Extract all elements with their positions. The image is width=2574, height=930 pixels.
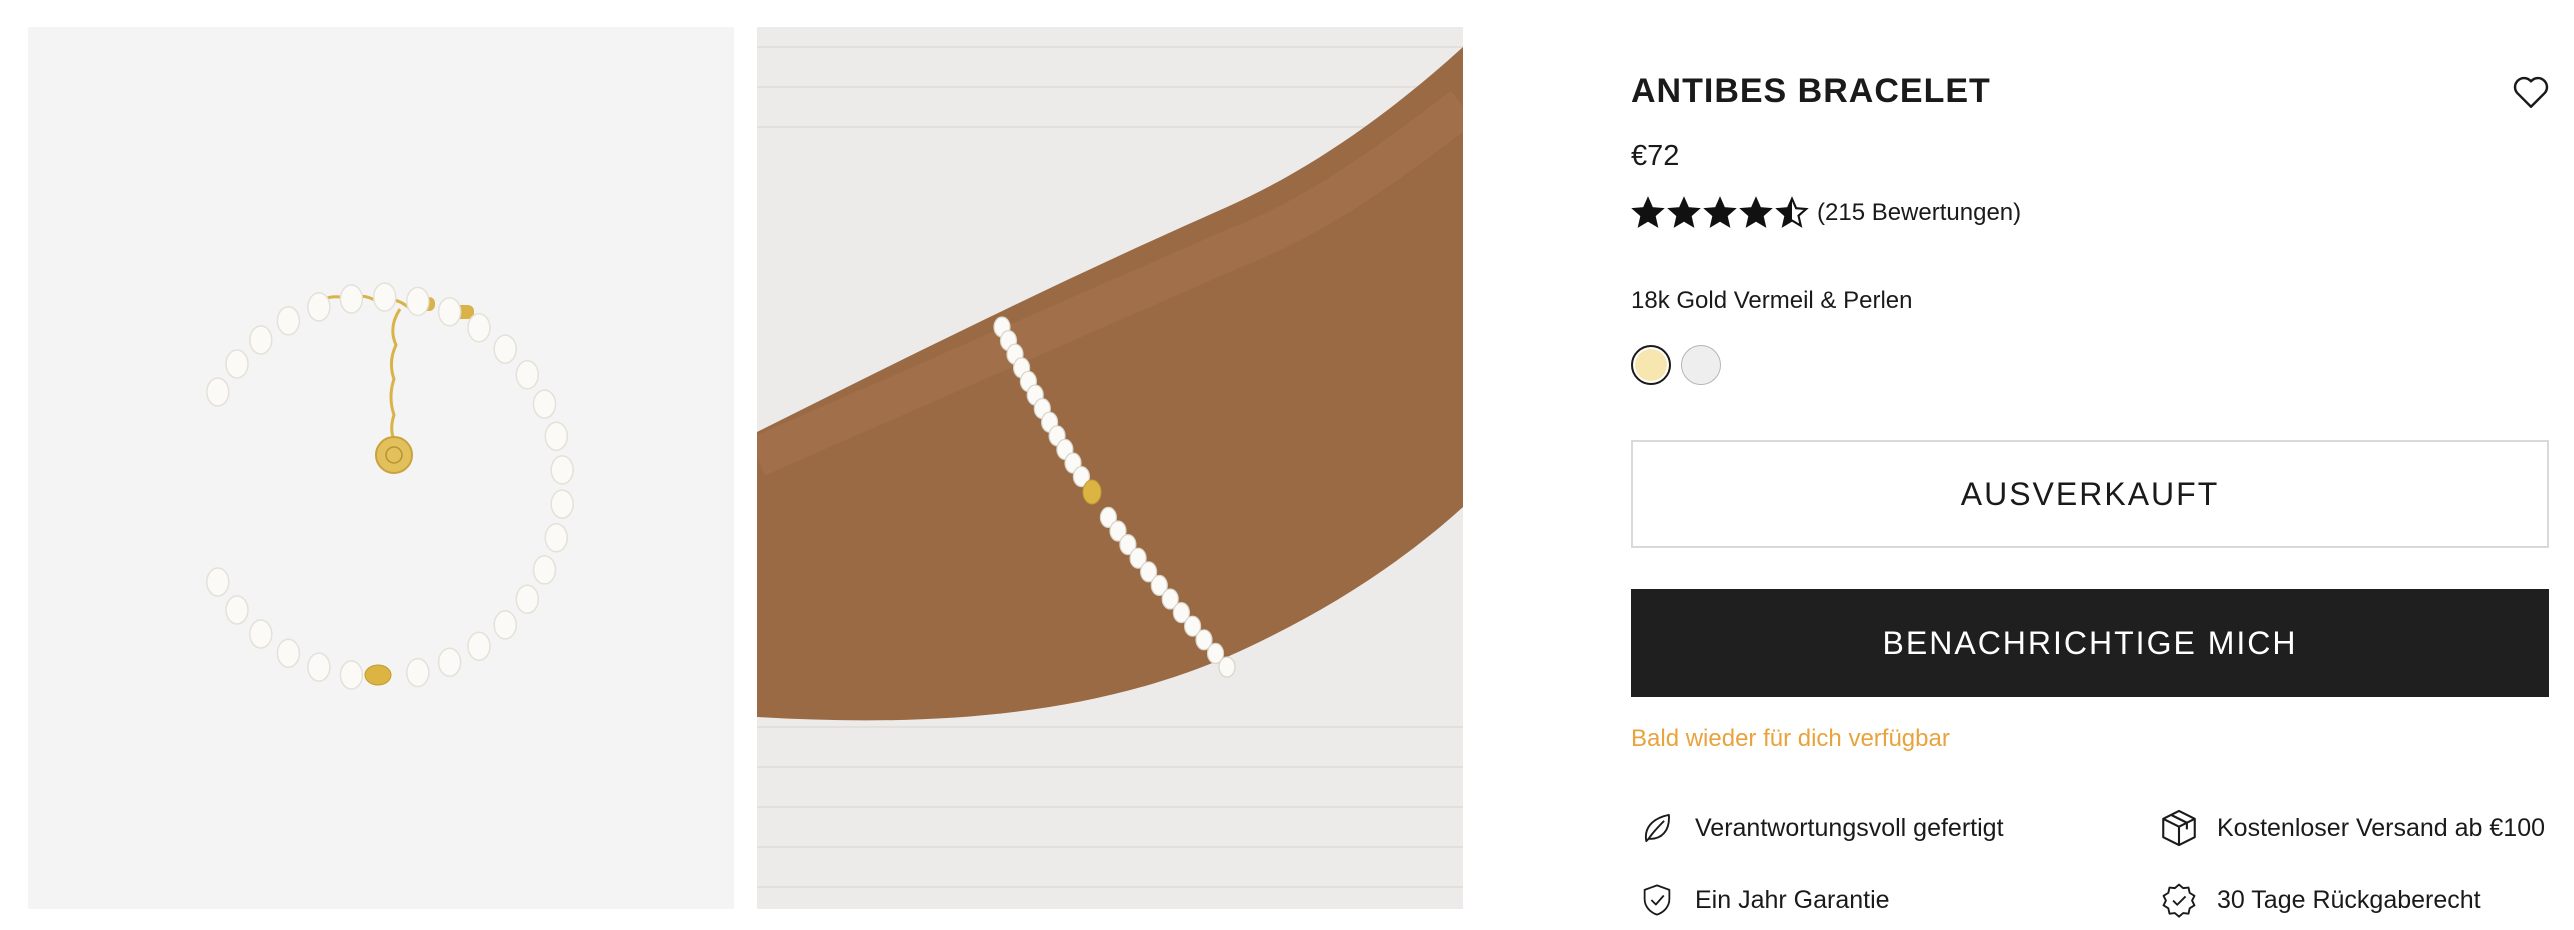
pearl xyxy=(206,567,230,597)
feature-label: Kostenloser Versand ab €100 xyxy=(2217,813,2546,842)
feature-label: 30 Tage Rückgaberecht xyxy=(2217,885,2481,914)
swatch-silver[interactable] xyxy=(1681,345,1721,385)
pearl xyxy=(339,660,364,690)
pearl xyxy=(276,638,301,668)
pearl xyxy=(225,595,249,625)
pearl xyxy=(467,631,491,661)
badge-check-icon xyxy=(2157,878,2201,922)
pearl xyxy=(493,610,517,640)
pearl xyxy=(550,489,574,519)
feature-label: Ein Jahr Garantie xyxy=(1695,885,1890,914)
pearl xyxy=(406,657,430,688)
pearl xyxy=(406,286,430,317)
star-icon xyxy=(1667,196,1701,228)
feature-shipping: Kostenloser Versand ab €100 xyxy=(2157,806,2545,850)
star-icon xyxy=(1775,196,1809,228)
variant-label: 18k Gold Vermeil & Perlen xyxy=(1631,287,1913,314)
product-info: ANTIBES BRACELET €72 (215 Bewertungen) 1… xyxy=(1631,0,2551,930)
pearl xyxy=(372,282,397,312)
pearl xyxy=(467,313,491,343)
rating[interactable]: (215 Bewertungen) xyxy=(1631,196,2021,230)
review-count: (215 Bewertungen) xyxy=(1817,199,2022,226)
sold-out-button[interactable]: AUSVERKAUFT xyxy=(1631,440,2549,548)
heart-icon[interactable] xyxy=(2511,74,2551,110)
pearl xyxy=(544,421,569,451)
feature-returns: 30 Tage Rückgaberecht xyxy=(2157,878,2481,922)
pearl xyxy=(1218,656,1236,678)
pearl xyxy=(493,334,517,364)
pearl xyxy=(544,523,569,553)
feature-warranty: Ein Jahr Garantie xyxy=(1635,878,1890,922)
star-icon xyxy=(1631,196,1665,228)
pearl xyxy=(276,306,301,336)
pearl xyxy=(515,584,540,614)
notify-me-button[interactable]: BENACHRICHTIGE MICH xyxy=(1631,589,2549,697)
pearl xyxy=(532,555,557,585)
pearl xyxy=(532,389,557,419)
pearl xyxy=(225,349,249,379)
pearl xyxy=(249,619,273,649)
product-image-flatlay[interactable] xyxy=(28,27,734,909)
pearl xyxy=(206,377,230,407)
product-title: ANTIBES BRACELET xyxy=(1631,72,1991,110)
product-price: €72 xyxy=(1631,140,1680,172)
star-icon xyxy=(1703,196,1737,228)
pearl xyxy=(339,284,364,314)
pearl xyxy=(550,455,574,485)
pearl xyxy=(515,360,540,390)
shield-check-icon xyxy=(1635,878,1679,922)
star-icon xyxy=(1739,196,1773,228)
pearl xyxy=(307,292,331,322)
swatch-gold[interactable] xyxy=(1631,345,1671,385)
pearl xyxy=(249,325,273,355)
pearl xyxy=(437,297,462,327)
leaf-icon xyxy=(1635,806,1679,850)
feature-responsible: Verantwortungsvoll gefertigt xyxy=(1635,806,2004,850)
box-icon xyxy=(2157,806,2201,850)
product-image-on-wrist[interactable] xyxy=(757,27,1463,909)
restock-note: Bald wieder für dich verfügbar xyxy=(1631,725,1950,752)
feature-label: Verantwortungsvoll gefertigt xyxy=(1695,813,2004,842)
pearl xyxy=(307,652,331,682)
pearl xyxy=(437,647,462,677)
rating-stars xyxy=(1631,196,1811,230)
variant-swatches xyxy=(1631,345,1721,385)
